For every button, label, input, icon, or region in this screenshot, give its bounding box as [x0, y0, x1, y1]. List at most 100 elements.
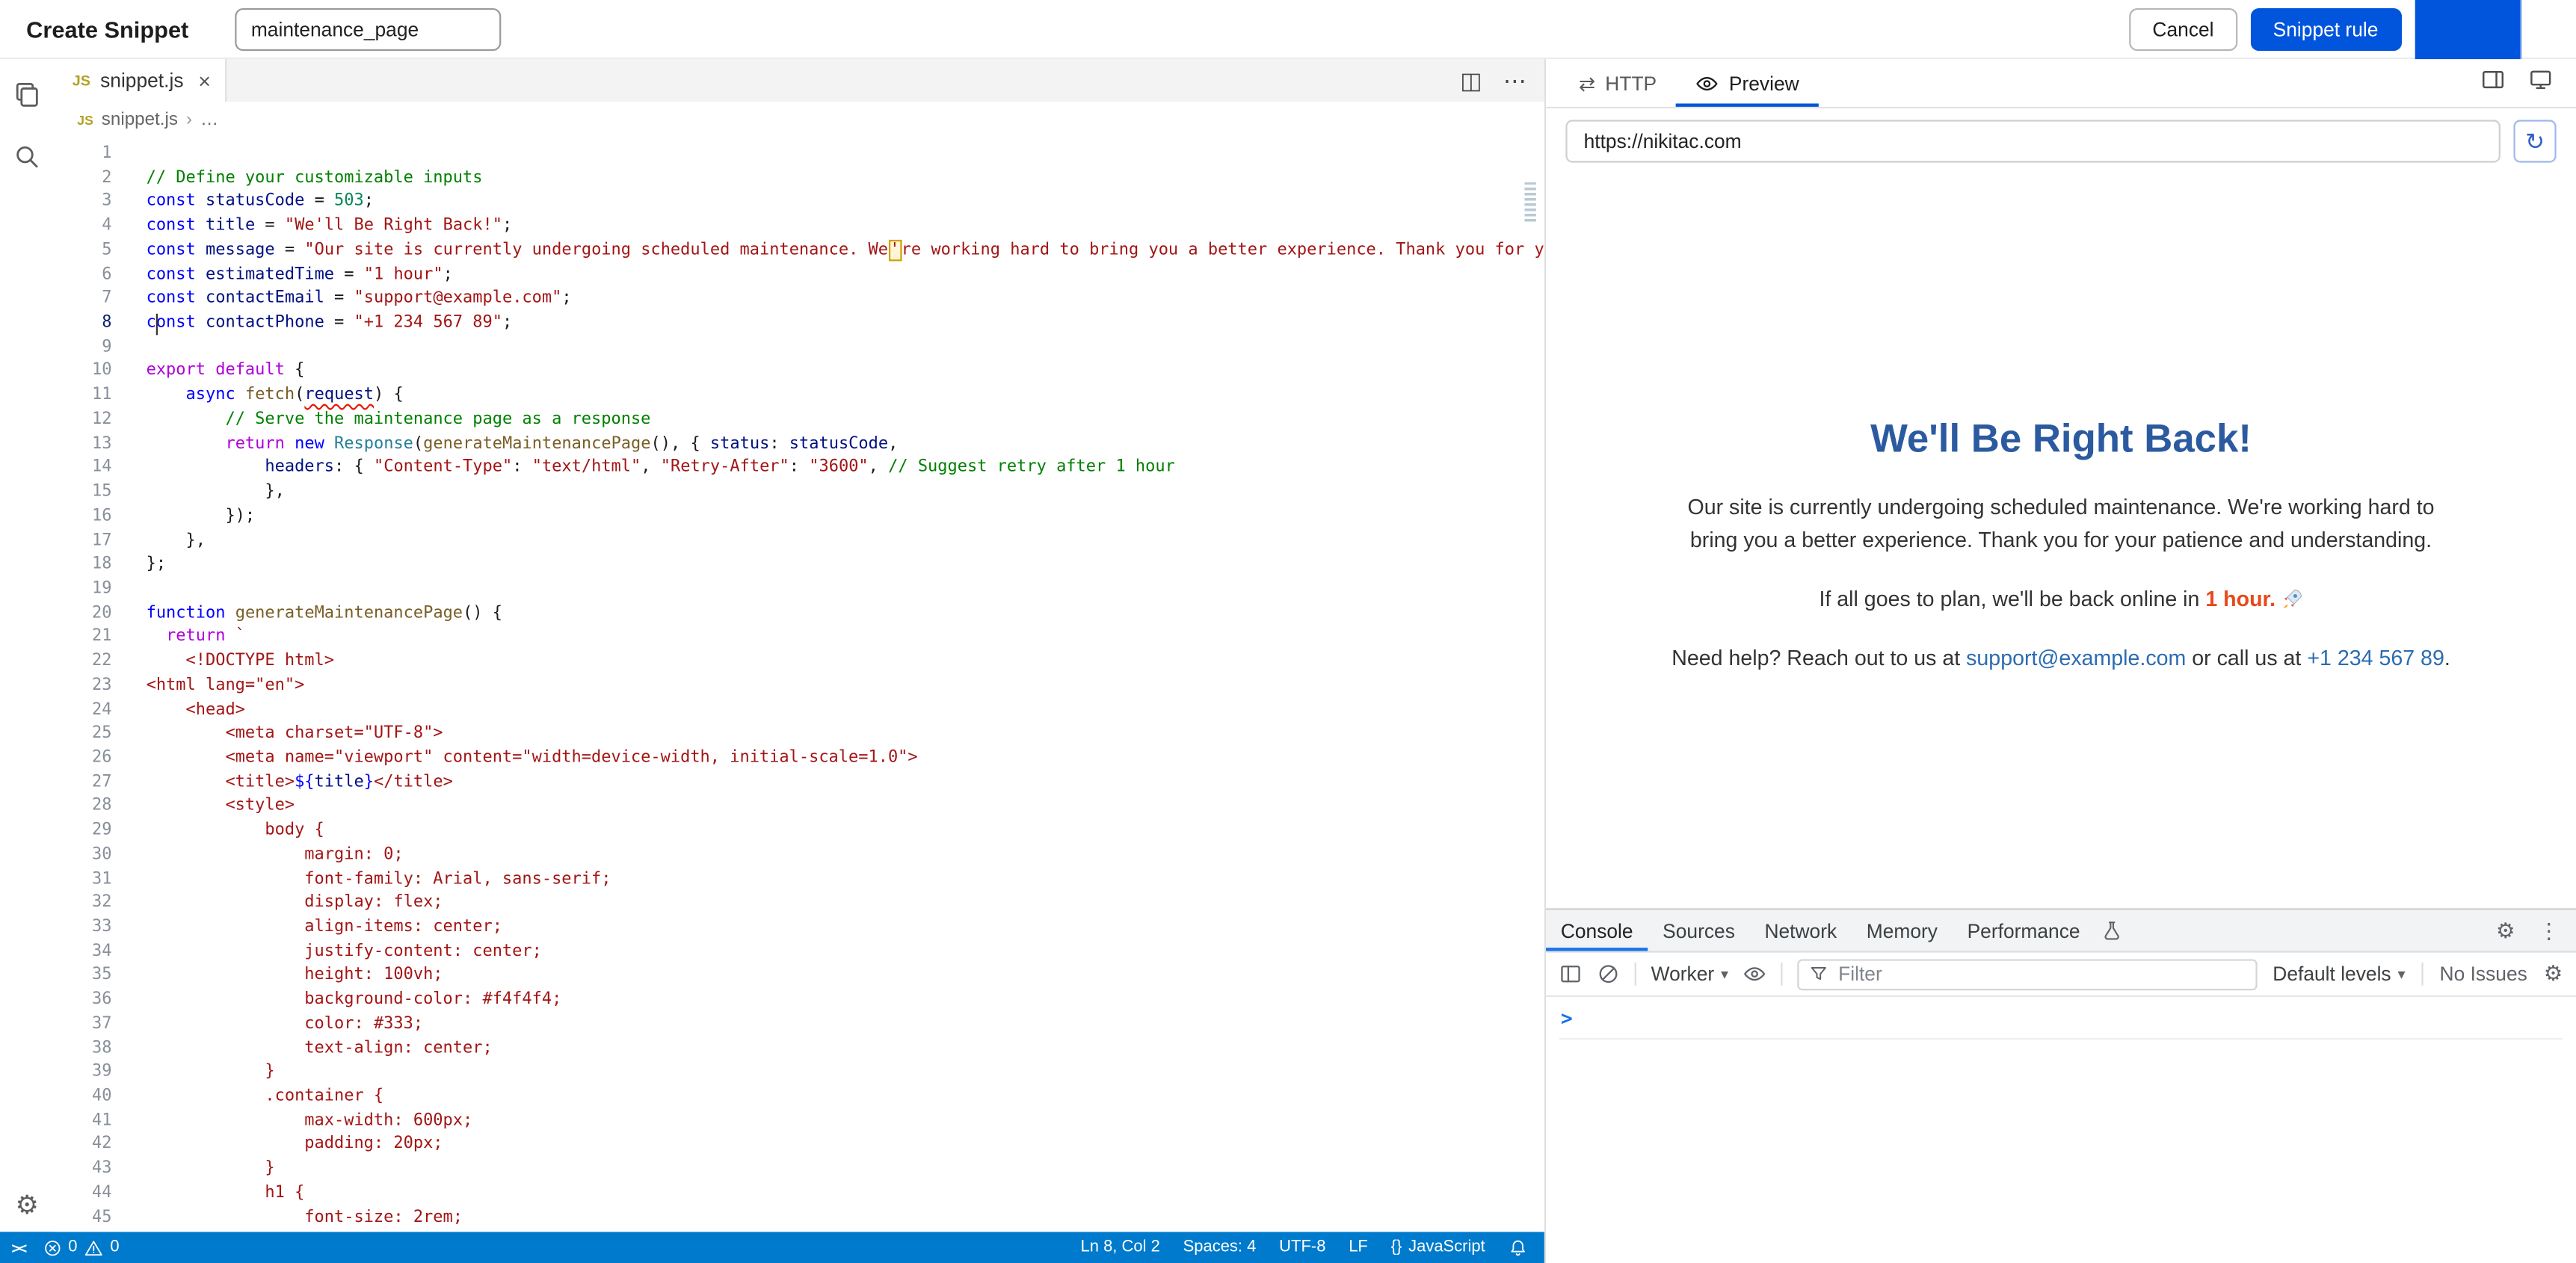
- code-token: [225, 628, 235, 646]
- devtools-tab-memory[interactable]: Memory: [1852, 910, 1953, 951]
- code-token: <meta charset="UTF-8">: [147, 725, 443, 743]
- code-token: ;: [561, 289, 571, 307]
- code-token: display: flex;: [147, 894, 443, 912]
- line-number: 35: [55, 965, 112, 989]
- line-number: 26: [55, 747, 112, 771]
- code-token: [196, 217, 206, 235]
- breadcrumb-symbol[interactable]: …: [200, 110, 218, 129]
- contact-prefix: Need help? Reach out to us at: [1671, 646, 1966, 670]
- devtools-tab-network[interactable]: Network: [1750, 910, 1852, 951]
- devtools-settings-gear-icon[interactable]: ⚙: [2496, 917, 2515, 943]
- context-selector[interactable]: Worker ▾: [1651, 963, 1728, 986]
- phone-link[interactable]: +1 234 567 89: [2307, 646, 2444, 670]
- code-text: <html lang="en">: [111, 675, 304, 699]
- breadcrumb-file[interactable]: snippet.js: [102, 110, 178, 129]
- encoding-setting[interactable]: UTF-8: [1279, 1238, 1325, 1256]
- close-tab-icon[interactable]: ×: [198, 68, 211, 93]
- code-editor[interactable]: 12// Define your customizable inputs3con…: [55, 138, 1544, 1232]
- snippet-rule-button[interactable]: Snippet rule: [2250, 7, 2401, 50]
- console-output[interactable]: >: [1546, 997, 2576, 1263]
- code-token: h1 {: [147, 1184, 305, 1202]
- code-line: 39 }: [55, 1061, 1544, 1085]
- clear-console-icon[interactable]: [1597, 963, 1620, 986]
- code-text: },: [111, 530, 206, 554]
- console-prompt-row[interactable]: >: [1559, 1002, 2563, 1040]
- code-token: [225, 604, 235, 622]
- code-text: text-align: center;: [111, 1037, 492, 1061]
- remote-indicator-icon[interactable]: ><: [11, 1239, 25, 1256]
- code-token: :: [512, 459, 531, 477]
- code-token: message: [206, 241, 275, 259]
- files-icon[interactable]: [12, 78, 42, 108]
- console-sidebar-icon[interactable]: [1559, 963, 1583, 986]
- settings-gear-icon[interactable]: ⚙: [12, 1193, 42, 1223]
- layout-columns-icon[interactable]: [2481, 67, 2506, 99]
- tab-preview[interactable]: Preview: [1677, 59, 1819, 107]
- code-line: 34 justify-content: center;: [55, 941, 1544, 965]
- devtools-tab-console[interactable]: Console: [1546, 910, 1648, 951]
- preview-url-input[interactable]: [1565, 120, 2500, 162]
- code-token: // Suggest retry after 1 hour: [888, 459, 1175, 477]
- code-text: display: flex;: [111, 892, 443, 916]
- more-actions-icon[interactable]: ⋯: [1503, 67, 1526, 94]
- device-preview-icon[interactable]: [2528, 67, 2553, 99]
- context-label: Worker: [1651, 963, 1715, 986]
- code-token: color: #333;: [147, 1015, 423, 1033]
- code-text: };: [111, 554, 166, 578]
- code-token: .container {: [147, 1087, 384, 1105]
- code-line: 24 <head>: [55, 699, 1544, 723]
- tab-http[interactable]: ⇄ HTTP: [1559, 59, 1677, 107]
- code-line: 40 .container {: [55, 1086, 1544, 1110]
- experiments-flask-icon[interactable]: [2101, 910, 2123, 951]
- language-mode[interactable]: {} JavaScript: [1391, 1238, 1485, 1256]
- line-number: 1: [55, 143, 112, 167]
- code-token: ;: [443, 265, 453, 283]
- code-text: function generateMaintenancePage() {: [111, 602, 502, 626]
- line-number: 42: [55, 1134, 112, 1158]
- notifications-bell-icon[interactable]: [1508, 1238, 1527, 1257]
- split-editor-icon[interactable]: ◫: [1460, 67, 1482, 94]
- cancel-button[interactable]: Cancel: [2130, 7, 2237, 50]
- code-token: [196, 289, 206, 307]
- search-icon[interactable]: [12, 141, 42, 171]
- minimap[interactable]: [1524, 182, 1535, 223]
- log-levels-selector[interactable]: Default levels ▾: [2273, 963, 2405, 986]
- console-filter-input[interactable]: [1838, 963, 2246, 986]
- code-token: });: [147, 507, 256, 525]
- code-token: =: [275, 241, 305, 259]
- code-token: const: [147, 241, 196, 259]
- preview-tabbar: ⇄ HTTP Preview: [1546, 59, 2576, 108]
- devtools-menu-kebab-icon[interactable]: ⋮: [2538, 917, 2560, 943]
- code-token: default: [215, 362, 285, 380]
- line-number: 11: [55, 385, 112, 409]
- code-text: .container {: [111, 1086, 383, 1110]
- console-settings-gear-icon[interactable]: ⚙: [2544, 961, 2563, 987]
- eta-value: 1 hour.: [2205, 587, 2275, 611]
- code-line: 29 body {: [55, 820, 1544, 844]
- language-label: JavaScript: [1408, 1238, 1485, 1256]
- code-line: 32 display: flex;: [55, 892, 1544, 916]
- snippet-name-input[interactable]: [235, 7, 501, 50]
- issues-counter[interactable]: No Issues: [2440, 963, 2527, 986]
- line-number: 33: [55, 916, 112, 940]
- devtools-tab-sources[interactable]: Sources: [1648, 910, 1749, 951]
- line-number: 17: [55, 530, 112, 554]
- indentation-setting[interactable]: Spaces: 4: [1183, 1238, 1257, 1256]
- code-line: 1: [55, 143, 1544, 167]
- line-number: 25: [55, 723, 112, 747]
- tab-snippet-js[interactable]: JS snippet.js ×: [55, 59, 227, 102]
- code-text: [111, 336, 146, 360]
- problems-indicator[interactable]: 0 0: [42, 1238, 120, 1257]
- code-token: statusCode: [789, 435, 888, 453]
- code-text: background-color: #f4f4f4;: [111, 989, 561, 1013]
- refresh-button[interactable]: ↻: [2513, 120, 2556, 162]
- code-text: const title = "We'll Be Right Back!";: [111, 215, 512, 239]
- support-email-link[interactable]: support@example.com: [1966, 646, 2186, 670]
- cursor-position[interactable]: Ln 8, Col 2: [1081, 1238, 1160, 1256]
- devtools-tab-performance[interactable]: Performance: [1953, 910, 2095, 951]
- line-number: 21: [55, 626, 112, 650]
- code-token: title: [315, 773, 364, 791]
- eol-setting[interactable]: LF: [1349, 1238, 1368, 1256]
- code-token: },: [147, 483, 285, 501]
- live-expression-eye-icon[interactable]: [1743, 963, 1766, 986]
